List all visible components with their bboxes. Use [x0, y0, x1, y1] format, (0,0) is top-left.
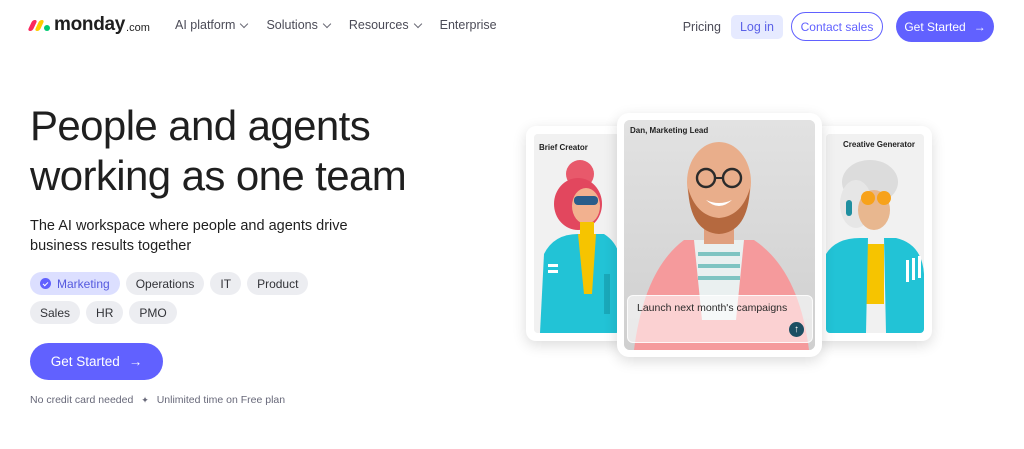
chip-sales[interactable]: Sales: [30, 301, 81, 324]
card-label: Brief Creator: [539, 143, 588, 152]
prompt-text: Launch next month's campaigns: [637, 302, 788, 314]
chip-pmo[interactable]: PMO: [129, 301, 177, 324]
agent-card-brief-creator: Brief Creator: [526, 126, 628, 341]
nav-item-label: Enterprise: [439, 18, 497, 32]
chip-marketing[interactable]: Marketing: [30, 272, 120, 295]
nav-item-label: Solutions: [266, 18, 318, 32]
nav-item-solutions[interactable]: Solutions: [266, 18, 332, 32]
agent-illustration: [534, 134, 620, 333]
chip-product[interactable]: Product: [247, 272, 309, 295]
agent-illustration: [826, 134, 924, 333]
department-chips: Marketing Operations IT Product Sales HR…: [30, 272, 330, 330]
chip-row: Sales HR PMO: [30, 301, 330, 324]
nav-item-ai-platform[interactable]: AI platform: [175, 18, 249, 32]
note-free-plan: Unlimited time on Free plan: [156, 394, 286, 406]
monday-logo[interactable]: monday .com: [27, 14, 150, 36]
chip-hr[interactable]: HR: [86, 301, 124, 324]
monday-logo-mark-icon: [27, 19, 50, 31]
nav-item-resources[interactable]: Resources: [348, 18, 422, 32]
card-label: Dan, Marketing Lead: [630, 126, 709, 135]
button-label: Get Started: [50, 354, 120, 369]
chip-label: Product: [257, 276, 299, 291]
nav-item-enterprise[interactable]: Enterprise: [440, 18, 497, 32]
chip-label: IT: [220, 276, 232, 291]
hero-title: People and agents working as one team: [30, 101, 407, 201]
agent-card-creative-generator: Creative Generator: [812, 126, 932, 341]
sparkle-icon: ✦: [141, 395, 149, 405]
note-no-credit-card: No credit card needed: [30, 394, 134, 406]
nav-item-label: AI platform: [175, 18, 236, 32]
chip-operations[interactable]: Operations: [125, 272, 205, 295]
chevron-down-icon: [413, 19, 422, 28]
chevron-down-icon: [322, 19, 332, 28]
arrow-right-icon: →: [973, 19, 986, 34]
hero-get-started-button[interactable]: Get Started →: [30, 343, 163, 380]
nav-menu: AI platform Solutions Resources Enterpri…: [175, 18, 497, 32]
chip-label: PMO: [139, 305, 167, 320]
signup-note: No credit card needed ✦ Unlimited time o…: [30, 394, 285, 406]
logo-wordmark: monday: [54, 14, 126, 35]
arrow-right-icon: →: [128, 354, 143, 369]
chip-label: HR: [96, 305, 114, 320]
card-label: Creative Generator: [843, 140, 916, 149]
chip-label: Sales: [40, 305, 71, 320]
chevron-down-icon: [240, 19, 249, 28]
chip-label: Operations: [135, 276, 195, 291]
login-button[interactable]: Log in: [730, 14, 783, 39]
nav-item-label: Resources: [348, 18, 409, 32]
logo-suffix: .com: [126, 21, 150, 34]
hero-title-line-2: working as one team: [30, 152, 407, 199]
chip-it[interactable]: IT: [210, 272, 242, 295]
check-circle-icon: [40, 278, 51, 289]
chip-label: Marketing: [57, 276, 110, 291]
button-label: Get Started: [904, 19, 966, 34]
chip-row: Marketing Operations IT Product: [30, 272, 330, 295]
pricing-link[interactable]: Pricing: [683, 20, 721, 34]
creative-generator-avatar-illustration: [826, 134, 924, 333]
contact-sales-button[interactable]: Contact sales: [791, 12, 883, 41]
brief-creator-avatar-illustration: [534, 134, 620, 333]
nav-actions: Pricing Log in Contact sales Get Started…: [683, 11, 994, 42]
hero-subtitle: The AI workspace where people and agents…: [30, 218, 348, 254]
prompt-input[interactable]: Launch next month's campaigns ↑: [627, 295, 813, 343]
hero-title-line-1: People and agents: [30, 102, 371, 149]
top-navigation: monday .com AI platform Solutions Resour…: [0, 0, 1024, 54]
arrow-up-icon[interactable]: ↑: [789, 322, 804, 337]
nav-get-started-button[interactable]: Get Started →: [896, 11, 994, 42]
